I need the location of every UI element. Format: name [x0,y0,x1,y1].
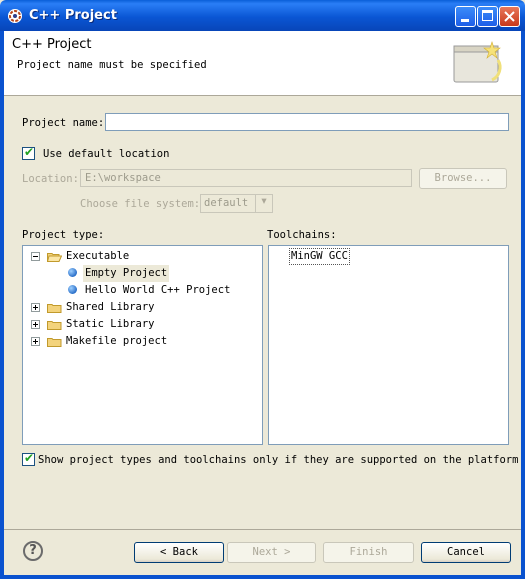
project-type-label: Project type: [22,229,105,241]
maximize-button[interactable] [477,6,498,27]
use-default-location-label: Use default location [43,148,170,160]
separator [4,529,521,530]
tree-item-makefile-project[interactable]: Makefile project [66,333,167,350]
filter-supported-checkbox[interactable]: ✔ [22,451,35,466]
tree-item-shared-library[interactable]: Shared Library [66,299,155,316]
cancel-button[interactable]: Cancel [421,542,511,563]
filesystem-value: default [204,197,249,209]
close-button[interactable] [499,6,520,27]
tree-item-hello-world[interactable]: Hello World C++ Project [85,282,230,299]
filesystem-select[interactable]: default ▾ [200,194,273,213]
folder-icon [47,321,62,330]
folder-icon [47,338,62,347]
tree-expander-makefile-project[interactable] [31,337,40,346]
location-input[interactable]: E:\workspace [80,169,412,187]
next-button[interactable]: Next > [227,542,316,563]
tree-item-executable[interactable]: Executable [66,248,129,265]
tree-expander-executable[interactable] [31,252,40,261]
help-icon[interactable]: ? [23,541,43,561]
tree-expander-static-library[interactable] [31,320,40,329]
tree-expander-shared-library[interactable] [31,303,40,312]
checkmark-icon: ✔ [24,451,35,465]
close-icon [504,11,515,22]
banner-title: C++ Project [12,37,92,52]
window-border-right [521,31,525,579]
toolchains-list[interactable] [268,245,509,445]
tree-item-empty-project[interactable]: Empty Project [83,265,170,282]
filter-supported-label: Show project types and toolchains only i… [38,454,519,466]
window-border-left [0,31,4,579]
folder-open-icon [47,253,62,262]
minimize-button[interactable] [455,6,476,27]
template-icon [68,285,77,294]
checkmark-icon: ✔ [24,145,35,159]
back-button[interactable]: < Back [134,542,224,563]
tree-item-static-library[interactable]: Static Library [66,316,155,333]
toolchains-label: Toolchains: [267,229,337,241]
filesystem-label: Choose file system: [80,198,201,210]
window-title: C++ Project [29,8,117,23]
project-name-label: Project name: [22,117,105,129]
template-icon [68,268,77,277]
folder-icon [47,304,62,313]
window-border-bottom [0,575,525,579]
chevron-down-icon: ▾ [255,195,272,212]
use-default-location-checkbox[interactable]: ✔ [22,145,35,160]
banner-message: Project name must be specified [17,59,207,71]
finish-button[interactable]: Finish [323,542,414,563]
new-project-wizard-icon [453,41,502,83]
project-name-input[interactable] [105,113,509,131]
toolchain-item[interactable]: MinGW GCC [289,248,350,265]
eclipse-cdt-icon [8,9,22,23]
location-label: Location: [22,173,79,185]
browse-button[interactable]: Browse... [419,168,507,189]
